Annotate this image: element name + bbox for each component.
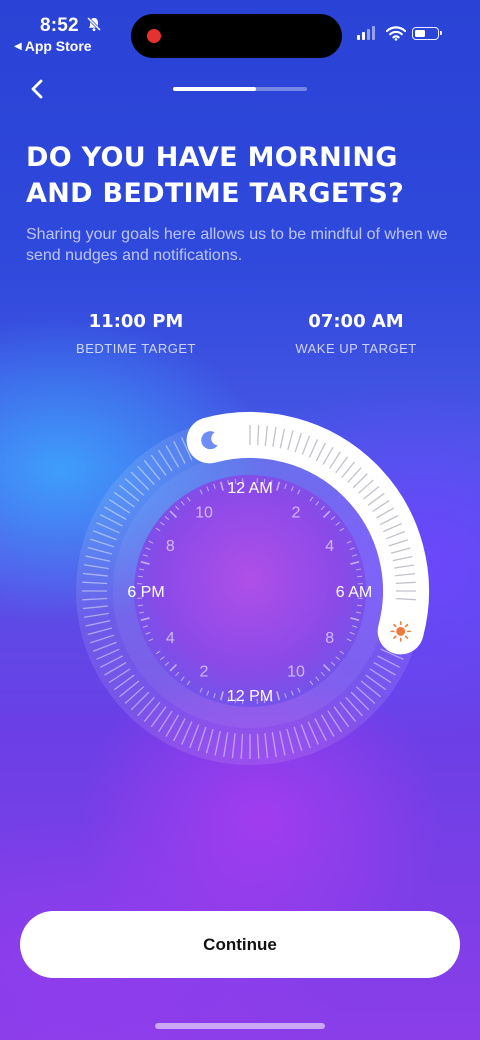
- wake-target: 07:00 AM WAKE UP TARGET: [266, 311, 446, 356]
- chevron-left-icon: [31, 79, 43, 99]
- home-indicator: [155, 1023, 325, 1029]
- bedtime-label: BEDTIME TARGET: [76, 341, 196, 356]
- battery-icon: [412, 27, 442, 40]
- hour-label: 2: [200, 664, 209, 681]
- face-tick: [357, 604, 363, 607]
- sun-icon[interactable]: [390, 621, 411, 642]
- wake-label: WAKE UP TARGET: [295, 341, 417, 356]
- bell-slash-icon: [86, 16, 102, 37]
- hour-label: 10: [195, 504, 213, 521]
- hour-label: 2: [292, 504, 301, 521]
- progress-fill: [173, 87, 257, 91]
- wifi-icon: [385, 26, 407, 46]
- sleep-dial[interactable]: 12 AM 2 4 6 AM 8 10 12 PM 2 4 6 PM 8 10: [40, 381, 460, 801]
- recording-indicator: [147, 29, 161, 43]
- hour-label: 12 AM: [227, 480, 272, 497]
- bedtime-time: 11:00 PM: [88, 311, 184, 332]
- hour-label: 6 AM: [336, 584, 372, 601]
- onboarding-progress-bar: [173, 87, 307, 91]
- face-tick: [137, 575, 143, 578]
- dial-face: [134, 475, 366, 707]
- back-to-app-store-link[interactable]: ◀ App Store: [14, 38, 92, 54]
- page-subtitle: Sharing your goals here allows us to be …: [26, 226, 448, 264]
- hour-label: 10: [287, 664, 305, 681]
- hour-label: 4: [166, 630, 175, 647]
- status-time: 8:52: [40, 15, 79, 36]
- hour-label: 8: [166, 538, 175, 555]
- bedtime-target: 11:00 PM BEDTIME TARGET: [46, 311, 226, 356]
- dynamic-island: [131, 14, 342, 58]
- face-tick: [357, 575, 363, 578]
- back-app-label: App Store: [24, 38, 92, 54]
- face-tick: [137, 604, 143, 607]
- hour-label: 8: [325, 630, 334, 647]
- back-triangle-icon: ◀: [14, 40, 22, 52]
- page-title: DO YOU HAVE MORNING AND BEDTIME TARGETS?: [26, 142, 405, 209]
- hour-label: 4: [325, 538, 334, 555]
- hour-label: 12 PM: [227, 688, 273, 705]
- hour-label: 6 PM: [127, 584, 164, 601]
- wake-time: 07:00 AM: [308, 311, 404, 332]
- back-button[interactable]: [24, 76, 50, 102]
- status-bar: 8:52 ◀ App Store: [0, 0, 480, 60]
- continue-button[interactable]: Continue: [20, 911, 460, 978]
- signal-icon: [357, 26, 375, 40]
